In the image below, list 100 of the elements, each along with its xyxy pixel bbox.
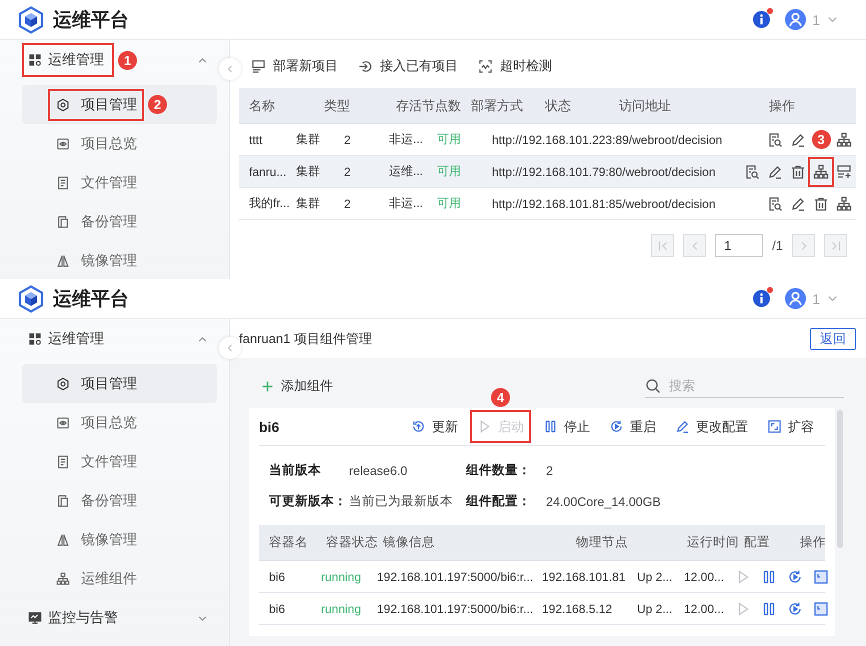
field-label: 可更新版本： — [269, 493, 348, 510]
table-cell-text: 2 — [344, 196, 352, 210]
stop-button[interactable]: 停止 — [538, 412, 595, 441]
url-text: http://192.168.101.81:85/webroot/decision — [492, 196, 716, 210]
table-cell-text: 集群 — [296, 163, 321, 180]
toolbar-button[interactable]: 超时检测 — [478, 54, 552, 78]
grid-icon — [28, 53, 42, 67]
status-text: 可用 — [437, 163, 462, 180]
nav-item-label: 镜像管理 — [81, 530, 137, 548]
add-component-button[interactable]: 添加组件 — [249, 377, 333, 395]
field-label: 当前版本 — [269, 462, 322, 479]
user-name: 1 — [812, 12, 820, 28]
field-value: 2 — [546, 464, 554, 478]
nav-item[interactable]: 项目管理 2 — [22, 85, 217, 124]
document-icon — [56, 176, 70, 190]
nav-item[interactable]: 镜像管理 — [22, 520, 217, 559]
restart-button[interactable]: 重启 — [604, 412, 661, 441]
component-name: bi6 — [259, 418, 280, 434]
trash-icon — [813, 196, 829, 212]
mirror-icon — [56, 254, 70, 268]
table-cell-text: 集群 — [296, 131, 321, 148]
column-header: 容器名 — [269, 534, 309, 551]
plus-icon — [261, 380, 274, 392]
restart-button[interactable] — [787, 600, 803, 616]
table-cell-text: 12.00... — [684, 602, 726, 616]
console-button[interactable] — [813, 568, 829, 584]
nav-group[interactable]: 监控与告警 — [0, 598, 217, 638]
nav-item[interactable]: 文件管理 — [22, 442, 217, 481]
toolbar-button[interactable]: 部署新项目 — [251, 54, 338, 78]
restart-icon — [787, 568, 803, 584]
nav-group[interactable]: 运维管理 — [0, 319, 217, 359]
nav-item[interactable]: 备份管理 — [22, 481, 217, 520]
chart-monitor-icon — [28, 611, 42, 625]
nav-item[interactable]: 文件管理 — [22, 163, 217, 202]
restart-button[interactable] — [787, 568, 803, 584]
info-icon[interactable] — [753, 290, 770, 307]
nav-item[interactable]: 项目总览 — [22, 403, 217, 442]
table-row[interactable]: 我的fr... 集群 2 非运... 可用 http://192.168.101.81:85/webroot/decision — [239, 188, 856, 220]
nav-item[interactable]: 镜像管理 — [22, 241, 217, 279]
hierarchy-icon — [836, 196, 852, 212]
url-text: http://192.168.101.79:80/webroot/decision — [492, 164, 716, 178]
copy-icon — [56, 494, 70, 508]
logo-icon — [18, 284, 44, 312]
pencil-icon — [675, 419, 690, 434]
eye-box-icon — [56, 416, 70, 430]
expand-button[interactable]: 扩容 — [762, 412, 819, 441]
nav-group[interactable]: 运维管理 1 — [0, 40, 217, 80]
config-button[interactable]: 更改配置 — [670, 412, 753, 441]
table-cell-text: 12.00... — [684, 570, 726, 584]
url-text: http://192.168.101.223:89/webroot/decision — [492, 132, 724, 146]
nav-item-label: 文件管理 — [81, 452, 137, 470]
nav-item-label: 项目总览 — [81, 414, 137, 432]
back-button[interactable]: 返回 — [810, 328, 856, 350]
terminal-icon — [813, 568, 829, 584]
scrollbar[interactable] — [837, 410, 843, 548]
page-input[interactable]: 1 — [715, 234, 764, 257]
avatar-icon[interactable] — [785, 9, 806, 30]
search-field[interactable]: 搜索 — [645, 374, 844, 398]
user-name: 1 — [812, 290, 820, 306]
nav-item-label: 项目总览 — [81, 134, 137, 152]
table-cell-text: 192.168.101.197:5000/bi6:r... — [377, 570, 534, 584]
document-search-icon — [744, 164, 760, 180]
document-search-icon — [767, 196, 783, 212]
info-icon[interactable] — [753, 11, 770, 28]
step-badge: 3 — [812, 130, 830, 148]
nav-item-label: 项目管理 — [81, 374, 137, 392]
table-cell-text: 192.168.101.197:5000/bi6:r... — [377, 602, 534, 616]
column-header: 类型 — [324, 96, 351, 114]
stop-button[interactable] — [761, 568, 777, 584]
list-plus-icon — [836, 164, 852, 180]
pause-icon — [761, 568, 777, 584]
eye-box-icon — [56, 136, 70, 150]
field-value: release6.0 — [349, 464, 408, 478]
console-button[interactable] — [813, 600, 829, 616]
table-cell-text: 非运... — [389, 195, 424, 212]
nav-item[interactable]: 项目总览 — [22, 124, 217, 163]
avatar-icon[interactable] — [785, 288, 806, 309]
stop-button[interactable] — [761, 600, 777, 616]
status-text: running — [321, 570, 362, 584]
column-header: 容器状态 — [326, 534, 379, 551]
status-text: running — [321, 602, 362, 616]
nav-item-label: 运维组件 — [81, 570, 137, 588]
nav-item-label: 备份管理 — [81, 492, 137, 510]
nav-item[interactable]: 项目管理 — [22, 364, 217, 403]
table-cell-text: 运维... — [389, 163, 424, 180]
nav-item-label: 文件管理 — [81, 174, 137, 192]
app-title: 运维平台 — [53, 8, 129, 32]
column-header: 配置 — [744, 534, 771, 551]
pause-icon — [761, 600, 777, 616]
gear-icon — [56, 98, 70, 112]
search-input[interactable]: 搜索 — [669, 378, 819, 393]
table-cell-text: 2 — [344, 132, 352, 146]
column-header: 运行时间 — [687, 534, 740, 551]
nav-item[interactable]: 备份管理 — [22, 202, 217, 241]
table-cell-text: 2 — [344, 164, 352, 178]
nav-item[interactable]: 运维组件 — [22, 559, 217, 598]
toolbar-button[interactable]: 接入已有项目 — [358, 54, 458, 78]
deploy-button[interactable] — [810, 158, 832, 184]
column-header: 镜像信息 — [383, 534, 436, 551]
update-button[interactable]: 更新 — [406, 412, 463, 441]
